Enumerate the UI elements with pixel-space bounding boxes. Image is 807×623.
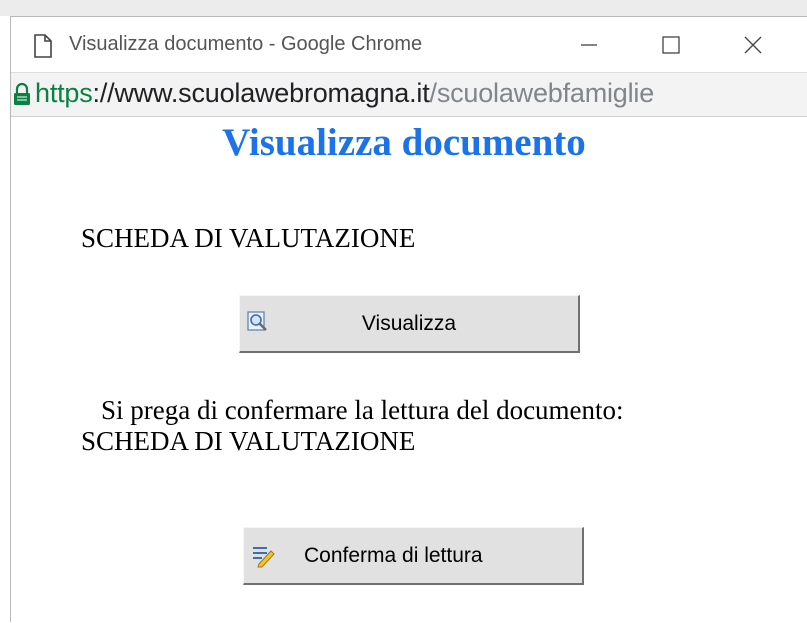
desktop-background xyxy=(0,0,807,16)
url-separator: :// xyxy=(92,78,115,108)
url-host: www.scuolawebromagna.it xyxy=(114,78,430,108)
close-icon[interactable] xyxy=(733,27,773,63)
confirm-button-label: Conferma di lettura xyxy=(304,544,483,567)
view-button[interactable]: Visualizza xyxy=(239,295,580,353)
url-text[interactable]: https://www.scuolawebromagna.it/scuolawe… xyxy=(35,78,654,109)
prompt-text: Si prega di confermare la lettura del do… xyxy=(101,395,624,425)
minimize-icon[interactable] xyxy=(569,27,609,63)
edit-icon xyxy=(253,547,275,568)
document-icon xyxy=(34,34,52,58)
document-name: SCHEDA DI VALUTAZIONE xyxy=(81,223,416,253)
view-button-label: Visualizza xyxy=(361,312,457,335)
window-title: Visualizza documento - Google Chrome xyxy=(69,33,423,55)
prompt-document-name: SCHEDA DI VALUTAZIONE xyxy=(81,426,416,456)
url-path: /scuolawebfamiglie xyxy=(429,78,655,108)
title-bar[interactable]: Visualizza documento - Google Chrome xyxy=(11,17,807,73)
address-bar[interactable]: https://www.scuolawebromagna.it/scuolawe… xyxy=(11,73,807,117)
page-content: Visualizza documento SCHEDA DI VALUTAZIO… xyxy=(11,117,807,623)
url-scheme: https xyxy=(35,78,93,108)
confirm-reading-button[interactable]: Conferma di lettura xyxy=(243,527,584,585)
confirmation-prompt: Si prega di confermare la lettura del do… xyxy=(81,395,624,457)
page-title: Visualizza documento xyxy=(222,121,586,164)
maximize-icon[interactable] xyxy=(651,27,691,63)
lock-icon xyxy=(14,82,30,105)
browser-popup-window: Visualizza documento - Google Chrome htt… xyxy=(10,16,807,622)
